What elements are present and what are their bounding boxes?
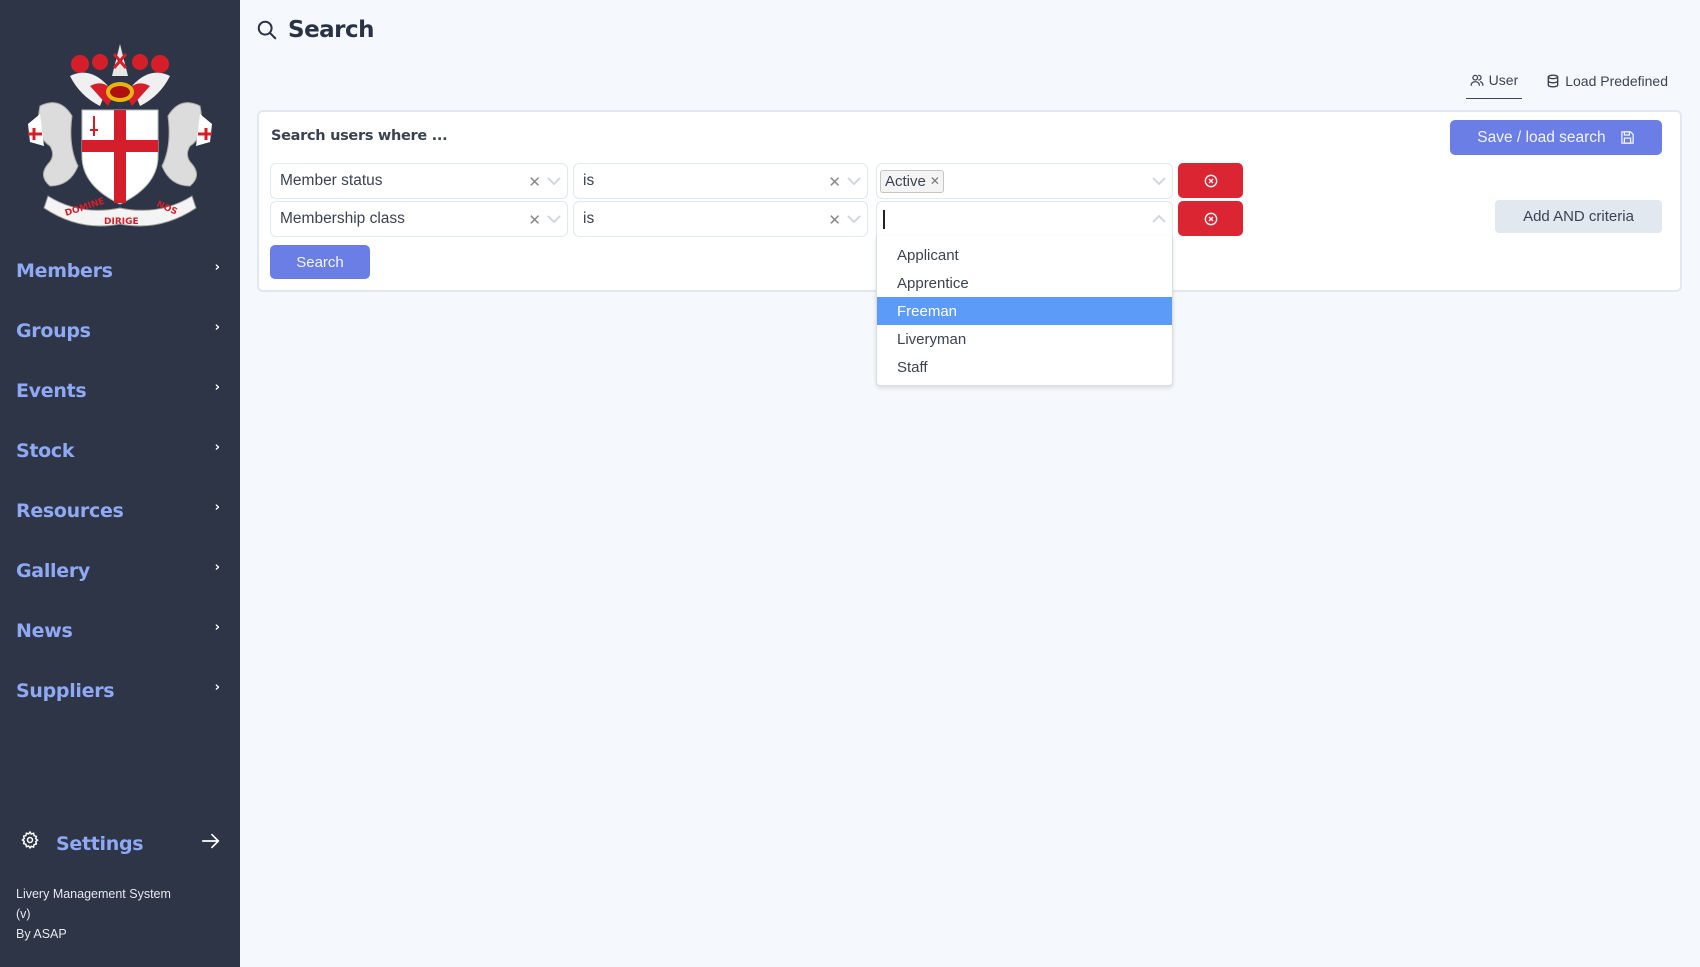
add-and-criteria-button[interactable]: Add AND criteria (1495, 200, 1662, 233)
sidebar-item-members[interactable]: Members › (16, 251, 222, 291)
chevron-right-icon: › (214, 439, 220, 455)
dropdown-option-apprentice[interactable]: Apprentice (877, 269, 1172, 297)
floppy-disk-icon (1620, 131, 1634, 144)
sidebar: DOMINE DIRIGE NOS Members › Groups › Eve… (0, 0, 240, 967)
chevron-up-icon[interactable] (1152, 214, 1166, 224)
value-tag-active: Active ✕ (880, 169, 944, 193)
save-load-search-button[interactable]: Save / load search (1450, 120, 1662, 155)
chevron-down-icon[interactable] (547, 214, 561, 224)
criteria-value-select-1[interactable]: Active ✕ (876, 163, 1173, 199)
database-icon (1547, 73, 1559, 88)
svg-text:DIRIGE: DIRIGE (104, 217, 139, 227)
logo-crest-icon[interactable]: DOMINE DIRIGE NOS (20, 36, 220, 232)
sidebar-item-label: Gallery (16, 560, 90, 582)
users-icon (1470, 74, 1484, 86)
criteria-field-select-1[interactable]: Member status ✕ (270, 163, 568, 199)
page-title-text: Search (288, 17, 375, 43)
search-card-heading: Search users where ... (271, 128, 448, 144)
clear-icon[interactable]: ✕ (528, 173, 541, 191)
sidebar-item-label: Members (16, 260, 113, 282)
sidebar-item-news[interactable]: News › (16, 611, 222, 651)
criteria-operator-select-2[interactable]: is ✕ (573, 201, 868, 237)
criteria-operator-select-1[interactable]: is ✕ (573, 163, 868, 199)
chevron-right-icon: › (214, 679, 220, 695)
search-type-tabs: User Load Predefined (1446, 72, 1672, 99)
remove-criteria-button-1[interactable] (1178, 163, 1243, 198)
clear-icon[interactable]: ✕ (828, 211, 841, 229)
app-footer: Livery Management System (v) By ASAP (16, 884, 171, 944)
sidebar-item-suppliers[interactable]: Suppliers › (16, 671, 222, 711)
dropdown-option-liveryman[interactable]: Liveryman (877, 325, 1172, 353)
chevron-down-icon[interactable] (1152, 176, 1166, 186)
add-and-criteria-label: Add AND criteria (1523, 208, 1634, 225)
clear-icon[interactable]: ✕ (528, 211, 541, 229)
membership-class-dropdown-menu: Applicant Apprentice Freeman Liveryman S… (876, 236, 1173, 386)
sidebar-item-gallery[interactable]: Gallery › (16, 551, 222, 591)
select-value: Membership class (280, 210, 405, 227)
close-circle-icon (1204, 212, 1217, 225)
save-load-search-label: Save / load search (1477, 128, 1606, 146)
select-value: is (583, 210, 595, 227)
chevron-right-icon: › (214, 619, 220, 635)
app-version: (v) (16, 907, 31, 921)
criteria-value-select-2[interactable] (876, 201, 1173, 237)
sidebar-item-resources[interactable]: Resources › (16, 491, 222, 531)
logout-arrow-icon[interactable] (200, 830, 222, 852)
chevron-right-icon: › (214, 259, 220, 275)
tab-label: Load Predefined (1565, 72, 1668, 89)
select-value: is (583, 172, 595, 189)
chevron-right-icon: › (214, 499, 220, 515)
dropdown-option-applicant[interactable]: Applicant (877, 241, 1172, 269)
sidebar-item-groups[interactable]: Groups › (16, 311, 222, 351)
sidebar-settings[interactable]: Settings (20, 826, 222, 862)
search-button[interactable]: Search (270, 245, 370, 279)
search-button-label: Search (296, 253, 344, 271)
page-title: Search (256, 17, 375, 43)
gear-icon (21, 830, 39, 850)
sidebar-item-label: Stock (16, 440, 75, 462)
chevron-down-icon[interactable] (547, 176, 561, 186)
search-icon (257, 20, 277, 40)
chevron-right-icon: › (214, 379, 220, 395)
settings-label: Settings (56, 833, 144, 855)
sidebar-item-label: Resources (16, 500, 124, 522)
tag-label: Active (885, 172, 926, 190)
chevron-right-icon: › (214, 559, 220, 575)
sidebar-item-stock[interactable]: Stock › (16, 431, 222, 471)
app-name: Livery Management System (16, 887, 171, 901)
remove-criteria-button-2[interactable] (1178, 201, 1243, 236)
tab-user[interactable]: User (1465, 72, 1523, 99)
sidebar-item-label: Suppliers (16, 680, 115, 702)
dropdown-option-staff[interactable]: Staff (877, 353, 1172, 381)
criteria-field-select-2[interactable]: Membership class ✕ (270, 201, 568, 237)
sidebar-item-label: News (16, 620, 73, 642)
text-cursor (883, 209, 885, 229)
sidebar-item-label: Groups (16, 320, 91, 342)
sidebar-item-label: Events (16, 380, 87, 402)
chevron-down-icon[interactable] (847, 214, 861, 224)
clear-icon[interactable]: ✕ (828, 173, 841, 191)
sidebar-item-events[interactable]: Events › (16, 371, 222, 411)
tab-label: User (1488, 72, 1519, 88)
chevron-right-icon: › (214, 319, 220, 335)
remove-tag-icon[interactable]: ✕ (930, 174, 940, 188)
close-circle-icon (1204, 174, 1217, 187)
dropdown-option-freeman[interactable]: Freeman (877, 297, 1172, 325)
select-value: Member status (280, 172, 383, 189)
app-author: By ASAP (16, 927, 67, 941)
tab-load-predefined[interactable]: Load Predefined (1542, 72, 1672, 99)
chevron-down-icon[interactable] (847, 176, 861, 186)
